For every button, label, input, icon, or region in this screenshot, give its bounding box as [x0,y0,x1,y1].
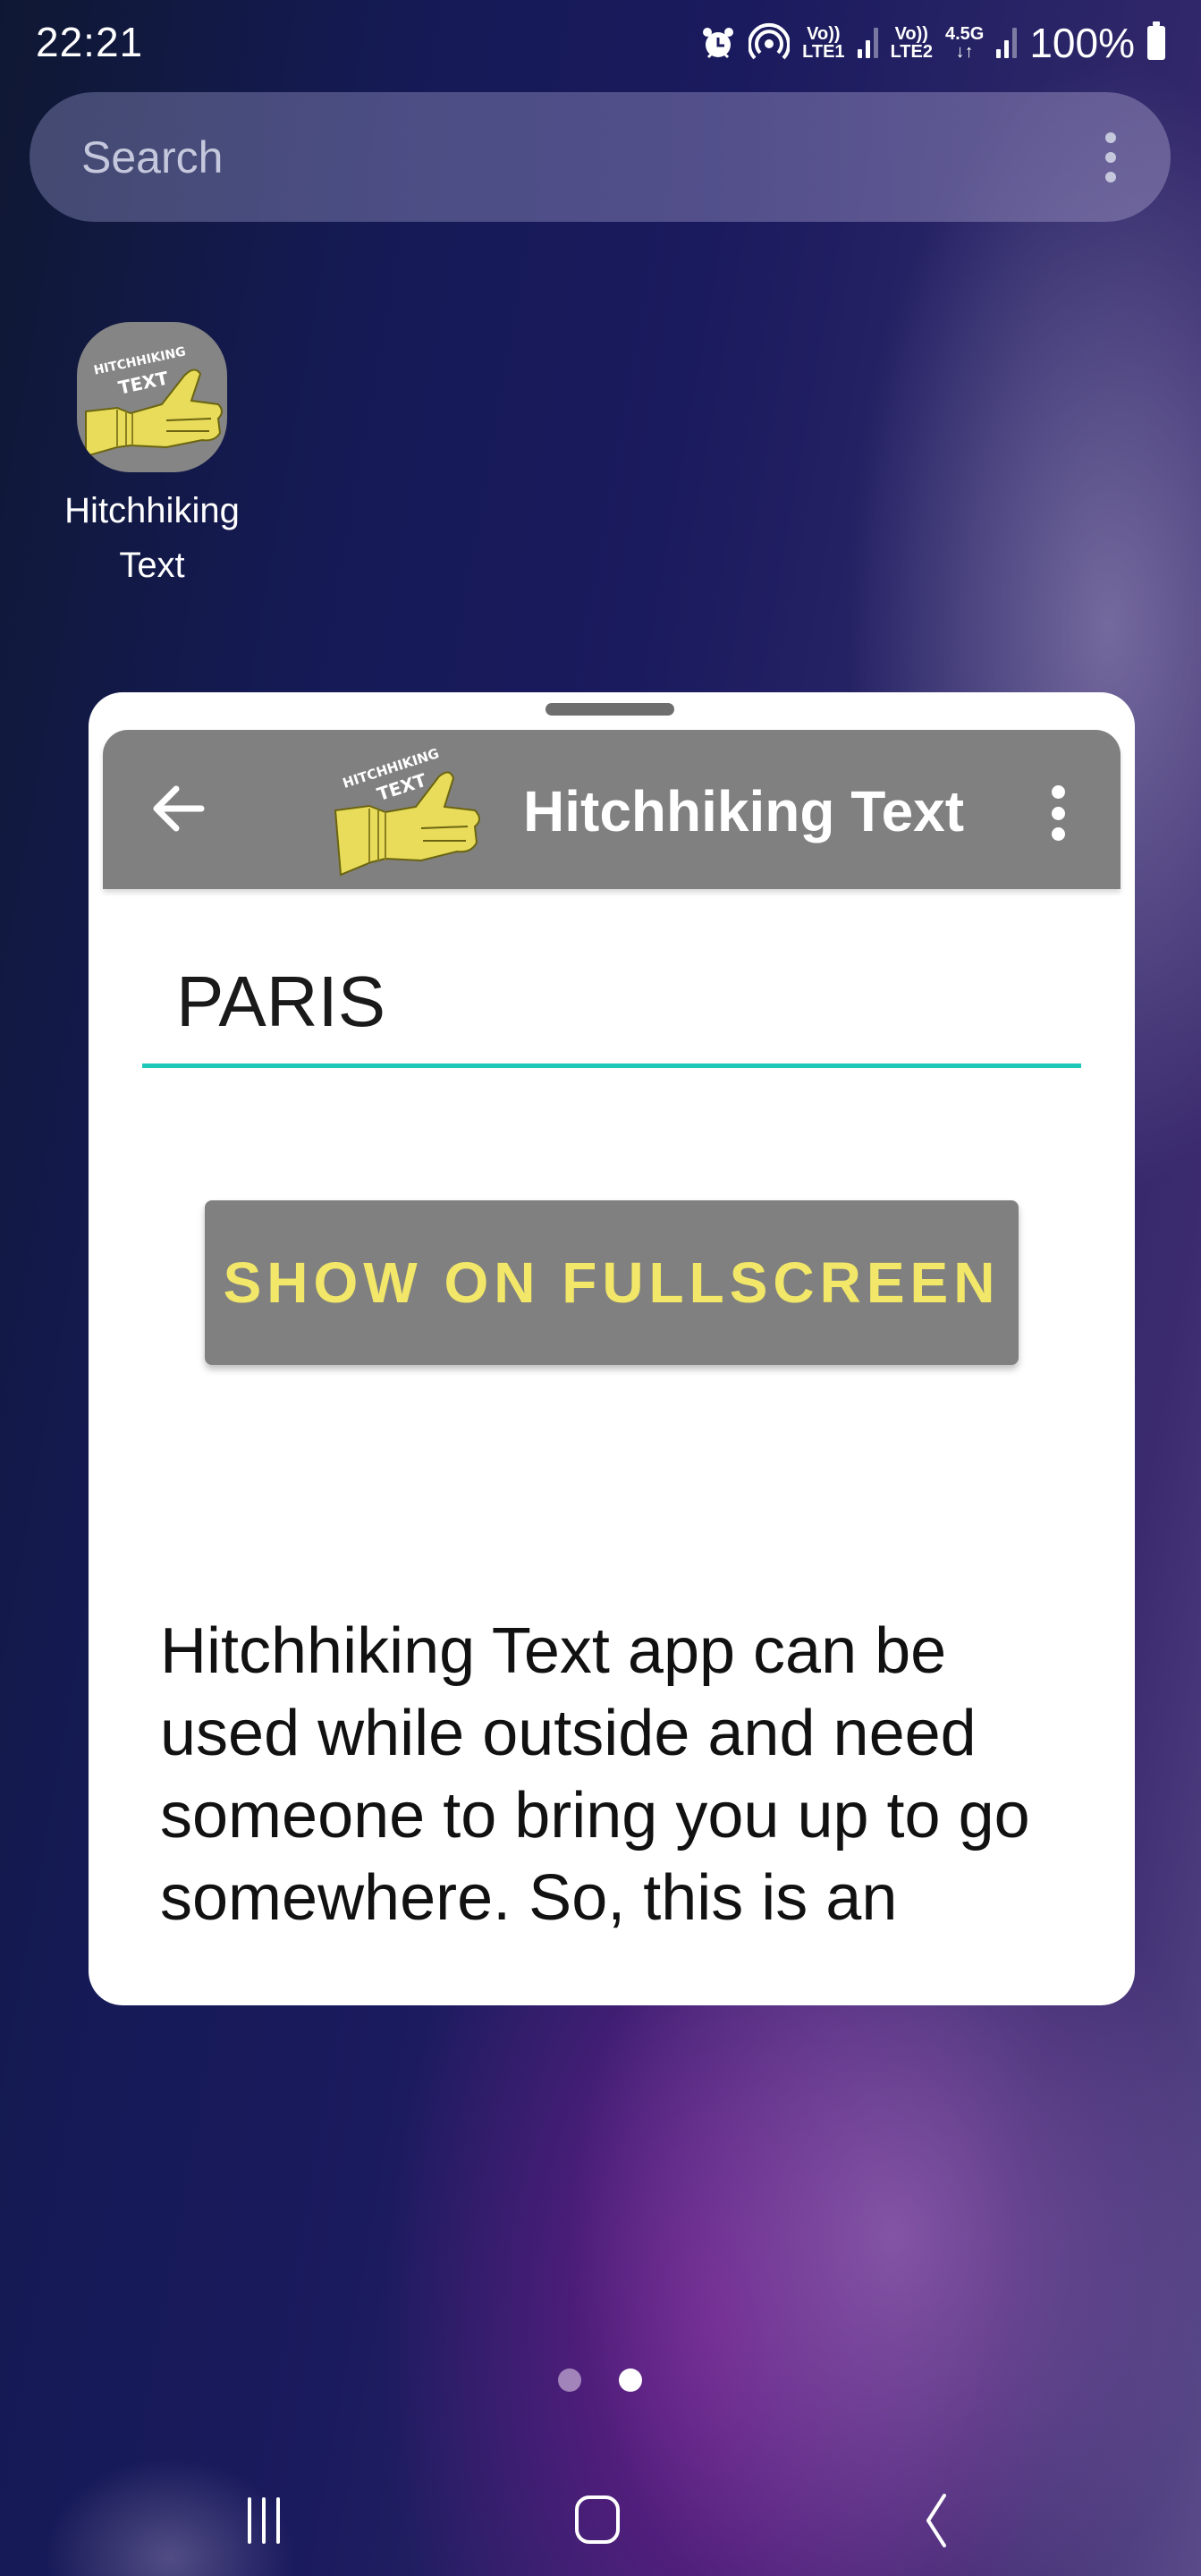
page-dot-1[interactable] [558,2368,581,2392]
more-vert-icon[interactable] [1104,132,1117,182]
page-dot-2-active[interactable] [619,2368,642,2392]
network-4-5g-icon: 4.5G ↓↑ [945,25,984,61]
app-shortcut-hitchhiking-text[interactable]: HITCHHIKING TEXT Hitchhiking Text [36,322,268,590]
drag-handle[interactable] [546,703,674,716]
search-placeholder: Search [81,132,224,182]
text-field-underline [142,1063,1081,1068]
home-button[interactable] [562,2490,633,2553]
signal-sim2-icon [996,28,1018,58]
app-logo: HITCHHIKING TEXT [334,745,486,882]
sim2-volte-label: Vo)) [894,24,928,44]
navigation-bar [0,2469,1201,2576]
hotspot-icon [749,22,791,60]
app-toolbar: HITCHHIKING TEXT Hitchhiking Text [103,730,1121,889]
signal-sim1-icon [857,28,878,58]
sim2-lte-label: LTE2 [890,42,933,62]
destination-text-value[interactable]: PARIS [176,961,385,1043]
sim1-lte-label: LTE1 [802,42,845,62]
battery-icon [1147,21,1165,60]
back-button[interactable] [901,2490,973,2553]
home-icon [575,2496,620,2544]
show-fullscreen-label: SHOW ON FULLSCREEN [223,1250,1001,1315]
search-bar[interactable]: Search [30,92,1171,222]
destination-text-field[interactable]: PARIS [142,961,1081,1068]
back-icon [926,2494,946,2547]
thumbs-up-glove-icon [85,369,223,458]
sim1-volte-label: Vo)) [807,24,841,44]
more-vert-icon[interactable] [1051,785,1065,841]
app-label: Hitchhiking Text [36,481,268,590]
volte-lte1-icon: Vo)) LTE1 [802,25,844,61]
data-activity-arrows: ↓↑ [955,42,974,62]
recent-apps-icon [248,2497,280,2544]
recent-apps-button[interactable] [228,2490,300,2553]
app-label-line2: Text [119,546,185,585]
app-icon[interactable]: HITCHHIKING TEXT [77,322,227,472]
battery-percent: 100% [1029,20,1135,66]
show-fullscreen-button[interactable]: SHOW ON FULLSCREEN [205,1200,1019,1365]
alarm-icon [703,28,734,59]
page-indicator [558,2368,642,2392]
status-time: 22:21 [36,19,144,65]
app-description: Hitchhiking Text app can be used while o… [160,1615,1030,1934]
arrow-back-icon[interactable] [148,782,210,835]
app-title: Hitchhiking Text [523,779,965,843]
volte-lte2-icon: Vo)) LTE2 [891,25,933,61]
network-type-label: 4.5G [944,24,985,44]
status-icons: Vo)) LTE1 Vo)) LTE2 4.5G ↓↑ 100% [700,16,1165,70]
status-bar: 22:21 Vo)) LTE1 Vo)) LTE2 4.5G ↓↑ 100% [0,0,1201,89]
app-label-line1: Hitchhiking [64,491,240,530]
popup-window: HITCHHIKING TEXT Hitchhiking Text PARIS … [89,692,1135,2005]
